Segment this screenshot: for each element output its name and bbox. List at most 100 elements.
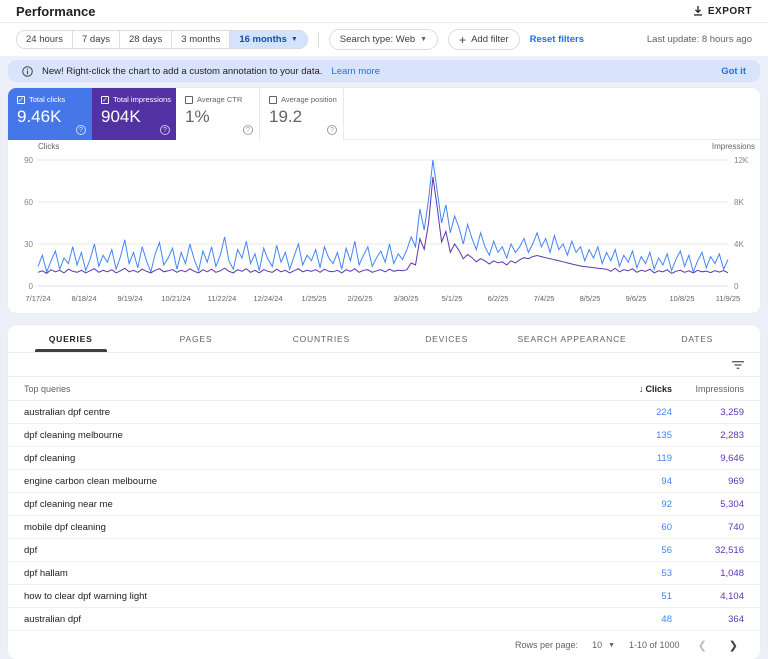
x-axis-label: 9/6/25 — [626, 294, 647, 303]
table-row[interactable]: how to clear dpf warning light 51 4,104 — [8, 585, 760, 608]
date-range-7-days[interactable]: 7 days — [72, 31, 120, 48]
learn-more-link[interactable]: Learn more — [331, 66, 380, 77]
column-header-impressions[interactable]: Impressions — [672, 384, 744, 394]
help-icon[interactable]: ? — [76, 125, 86, 135]
tab-countries[interactable]: COUNTRIES — [259, 325, 384, 352]
tab-devices[interactable]: DEVICES — [384, 325, 509, 352]
previous-page-button[interactable]: ❮ — [694, 639, 711, 652]
query-cell: engine carbon clean melbourne — [24, 475, 158, 487]
series-line-total-impressions — [37, 176, 729, 275]
left-axis-tick: 30 — [24, 240, 33, 249]
impressions-cell: 2,283 — [720, 429, 744, 441]
help-icon[interactable]: ? — [327, 125, 337, 135]
metric-value: 1% — [185, 107, 210, 126]
x-axis-label: 10/21/24 — [161, 294, 190, 303]
clicks-cell: 94 — [661, 475, 672, 487]
column-header-queries[interactable]: Top queries — [24, 384, 602, 394]
table-row[interactable]: dpf cleaning 119 9,646 — [8, 447, 760, 470]
right-axis-tick: 0 — [734, 282, 739, 291]
clicks-cell: 56 — [661, 544, 672, 556]
help-icon[interactable]: ? — [243, 125, 253, 135]
impressions-cell: 364 — [728, 613, 744, 625]
date-range-3-months[interactable]: 3 months — [172, 31, 231, 48]
checkbox-checked-icon[interactable]: ✓ — [101, 95, 109, 104]
impressions-cell: 969 — [728, 475, 744, 487]
table-header: Top queries ↓ Clicks Impressions — [8, 377, 760, 401]
x-axis-label: 9/19/24 — [117, 294, 142, 303]
table-row[interactable]: australian dpf 48 364 — [8, 608, 760, 631]
x-axis-label: 1/25/25 — [301, 294, 326, 303]
date-range-label: 28 days — [128, 34, 163, 45]
add-filter-label: Add filter — [471, 34, 509, 45]
right-axis-title: Impressions — [712, 142, 755, 151]
table-row[interactable]: dpf cleaning melbourne 135 2,283 — [8, 424, 760, 447]
page-title: Performance — [16, 3, 96, 19]
right-axis-tick: 12K — [734, 156, 749, 165]
left-axis-tick: 0 — [29, 282, 34, 291]
table-row[interactable]: dpf 56 32,516 — [8, 539, 760, 562]
metric-card-total-clicks[interactable]: ✓ Total clicks 9.46K? — [8, 88, 92, 140]
clicks-cell: 92 — [661, 498, 672, 510]
date-range-16-months[interactable]: 16 months ▼ — [230, 31, 307, 48]
date-range-label: 24 hours — [26, 34, 63, 45]
filter-list-icon[interactable] — [732, 360, 744, 370]
tab-pages[interactable]: PAGES — [133, 325, 258, 352]
x-axis-label: 10/8/25 — [669, 294, 694, 303]
export-label: EXPORT — [707, 5, 752, 17]
table-body: australian dpf centre 224 3,259 dpf cleanin… — [8, 401, 760, 631]
x-axis-label: 7/17/24 — [25, 294, 50, 303]
metric-label: Total clicks — [29, 95, 66, 104]
query-cell: australian dpf — [24, 613, 82, 625]
query-cell: dpf hallam — [24, 567, 68, 579]
query-cell: dpf cleaning melbourne — [24, 429, 123, 441]
performance-chart[interactable]: 90 12K 60 8K 30 4K 0 0 Clicks Impressions 7/17/24 8… — [8, 140, 760, 312]
table-row[interactable]: mobile dpf cleaning 60 740 — [8, 516, 760, 539]
column-header-clicks[interactable]: ↓ Clicks — [602, 384, 672, 394]
table-row[interactable]: dpf hallam 53 1,048 — [8, 562, 760, 585]
rows-per-page-select[interactable]: 10 ▼ — [592, 640, 615, 650]
tab-dates[interactable]: DATES — [635, 325, 760, 352]
checkbox-unchecked-icon[interactable]: ✓ — [185, 95, 193, 104]
export-button[interactable]: EXPORT — [693, 6, 752, 17]
reset-filters-link[interactable]: Reset filters — [530, 34, 584, 45]
metric-card-total-impressions[interactable]: ✓ Total impressions 904K? — [92, 88, 176, 140]
checkbox-unchecked-icon[interactable]: ✓ — [269, 95, 277, 104]
rows-per-page-value: 10 — [592, 640, 603, 650]
tab-queries[interactable]: QUERIES — [8, 325, 133, 352]
add-filter-chip[interactable]: + Add filter — [448, 29, 520, 50]
top-bar: Performance EXPORT — [0, 0, 768, 23]
metric-cards: ✓ Total clicks 9.46K? ✓ Total impressions 904… — [8, 88, 760, 140]
sort-desc-icon: ↓ — [638, 383, 644, 394]
clicks-cell: 135 — [656, 429, 672, 441]
date-range-28-days[interactable]: 28 days — [119, 31, 173, 48]
table-row[interactable]: engine carbon clean melbourne 94 969 — [8, 470, 760, 493]
tab-search-appearance[interactable]: SEARCH APPEARANCE — [509, 325, 634, 352]
date-range-label: 16 months — [239, 34, 287, 45]
plus-icon: + — [459, 32, 467, 47]
x-axis-label: 7/4/25 — [534, 294, 555, 303]
next-page-button[interactable]: ❯ — [725, 639, 742, 652]
got-it-button[interactable]: Got it — [721, 66, 746, 77]
metric-card-average-ctr[interactable]: ✓ Average CTR 1%? — [176, 88, 260, 140]
rows-per-page-label: Rows per page: — [515, 640, 579, 650]
metric-label-row: ✓ Average CTR — [185, 95, 250, 104]
table-row[interactable]: australian dpf centre 224 3,259 — [8, 401, 760, 424]
table-panel: QUERIES PAGES COUNTRIES DEVICES SEARCH APPEA… — [8, 325, 760, 659]
metric-label: Average CTR — [197, 95, 243, 104]
chart-panel: ✓ Total clicks 9.46K? ✓ Total impressions 904… — [8, 88, 760, 313]
help-icon[interactable]: ? — [160, 125, 170, 135]
date-range-24-hours[interactable]: 24 hours — [17, 31, 73, 48]
x-axis-label: 11/9/25 — [716, 294, 740, 303]
date-range-label: 3 months — [181, 34, 221, 45]
table-row[interactable]: dpf cleaning near me 92 5,304 — [8, 493, 760, 516]
query-cell: dpf cleaning near me — [24, 498, 113, 510]
metric-card-average-position[interactable]: ✓ Average position 19.2? — [260, 88, 344, 140]
x-axis-label: 3/30/25 — [393, 294, 418, 303]
metric-value: 904K — [101, 107, 141, 126]
search-type-chip[interactable]: Search type: Web ▼ — [328, 29, 439, 50]
dimension-tabs: QUERIES PAGES COUNTRIES DEVICES SEARCH APPEA… — [8, 325, 760, 353]
right-axis-tick: 4K — [734, 240, 744, 249]
checkbox-checked-icon[interactable]: ✓ — [17, 95, 25, 104]
right-axis-tick: 8K — [734, 198, 744, 207]
query-cell: how to clear dpf warning light — [24, 590, 148, 602]
